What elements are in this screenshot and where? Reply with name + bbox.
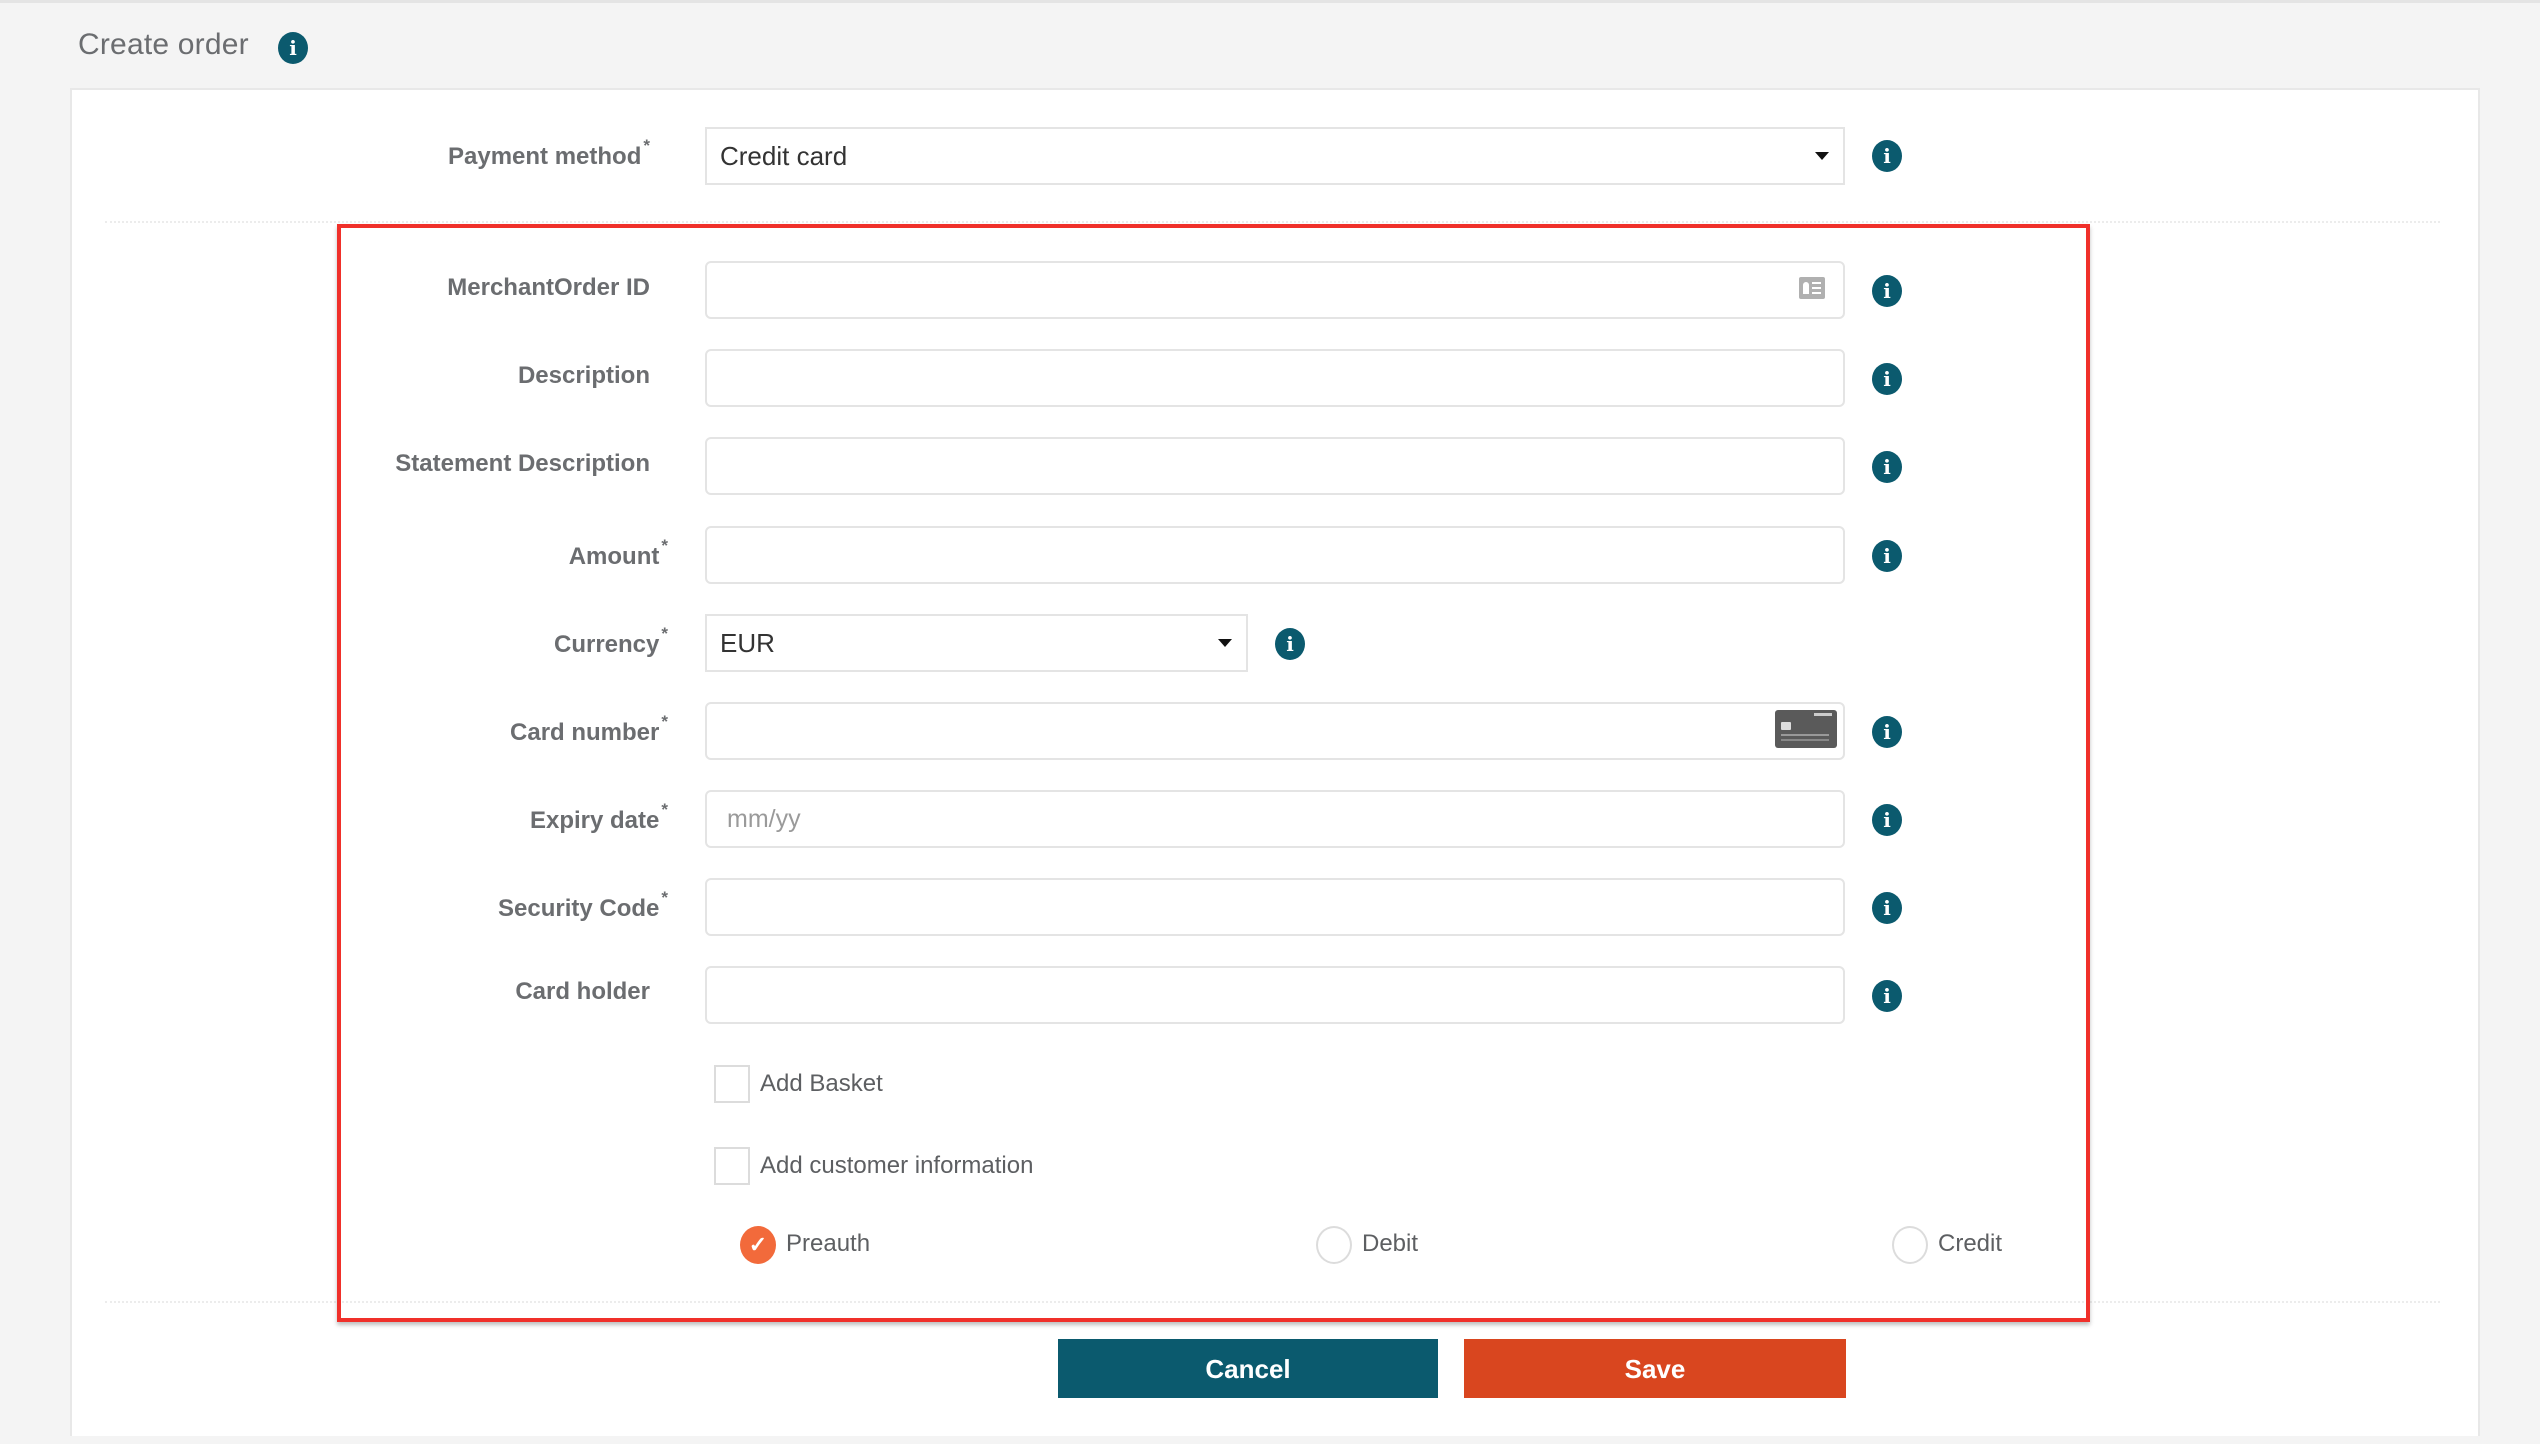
card-holder-input[interactable] (705, 966, 1845, 1024)
statement-description-label: Statement Description (395, 450, 650, 477)
expiry-date-input[interactable] (705, 790, 1845, 848)
currency-value: EUR (720, 628, 775, 658)
info-icon[interactable]: i (1872, 363, 1902, 395)
currency-label: Currency * (554, 624, 668, 658)
info-icon[interactable]: i (1872, 804, 1902, 836)
cancel-button[interactable]: Cancel (1058, 1339, 1438, 1398)
currency-select[interactable]: EUR (705, 614, 1248, 672)
add-customer-info-label[interactable]: Add customer information (760, 1152, 1033, 1180)
info-icon[interactable]: i (1872, 140, 1902, 172)
card-holder-label: Card holder (515, 978, 650, 1005)
amount-label: Amount * (568, 536, 668, 570)
credit-radio[interactable] (1892, 1226, 1928, 1264)
payment-method-label: Payment method * (448, 136, 650, 170)
chevron-down-icon (1218, 639, 1232, 647)
info-icon[interactable]: i (1872, 716, 1902, 748)
info-icon[interactable]: i (1872, 275, 1902, 307)
info-icon[interactable]: i (1872, 980, 1902, 1012)
debit-label[interactable]: Debit (1362, 1230, 1418, 1258)
info-icon[interactable]: i (278, 32, 308, 64)
info-icon[interactable]: i (1872, 892, 1902, 924)
card-number-label: Card number * (510, 712, 668, 746)
card-number-wrap (705, 702, 1845, 761)
debit-radio[interactable] (1316, 1226, 1352, 1264)
card-number-lines (1781, 734, 1829, 736)
save-button[interactable]: Save (1464, 1339, 1846, 1398)
divider (105, 221, 2440, 223)
description-input[interactable] (705, 349, 1845, 407)
security-code-input[interactable] (705, 878, 1845, 936)
merchant-order-id-wrap (705, 261, 1845, 320)
merchant-order-id-label: MerchantOrder ID (447, 274, 650, 301)
top-border (0, 0, 2540, 3)
expiry-date-label: Expiry date * (529, 800, 668, 834)
add-basket-label[interactable]: Add Basket (760, 1070, 883, 1098)
divider (105, 1301, 2440, 1303)
card-chip (1781, 722, 1791, 730)
chevron-down-icon (1815, 152, 1829, 160)
card-number-input[interactable] (705, 702, 1845, 760)
page-title: Create order (78, 28, 249, 61)
card-bank-name (1814, 713, 1832, 716)
info-icon[interactable]: i (1872, 540, 1902, 572)
description-label: Description (517, 362, 650, 389)
credit-card-icon (1775, 710, 1837, 748)
statement-description-input[interactable] (705, 437, 1845, 495)
amount-input[interactable] (705, 526, 1845, 584)
credit-label[interactable]: Credit (1938, 1230, 2002, 1258)
merchant-order-id-input[interactable] (705, 261, 1845, 319)
add-customer-info-checkbox[interactable] (714, 1147, 750, 1185)
preauth-label[interactable]: Preauth (786, 1230, 870, 1258)
security-code-label: Security Code * (497, 888, 668, 922)
payment-method-value: Credit card (720, 141, 848, 171)
add-basket-checkbox[interactable] (714, 1065, 750, 1103)
id-card-icon[interactable] (1799, 277, 1825, 299)
info-icon[interactable]: i (1275, 628, 1305, 660)
payment-method-select[interactable]: Credit card (705, 127, 1845, 185)
info-icon[interactable]: i (1872, 451, 1902, 483)
preauth-radio[interactable]: ✓ (740, 1226, 776, 1264)
